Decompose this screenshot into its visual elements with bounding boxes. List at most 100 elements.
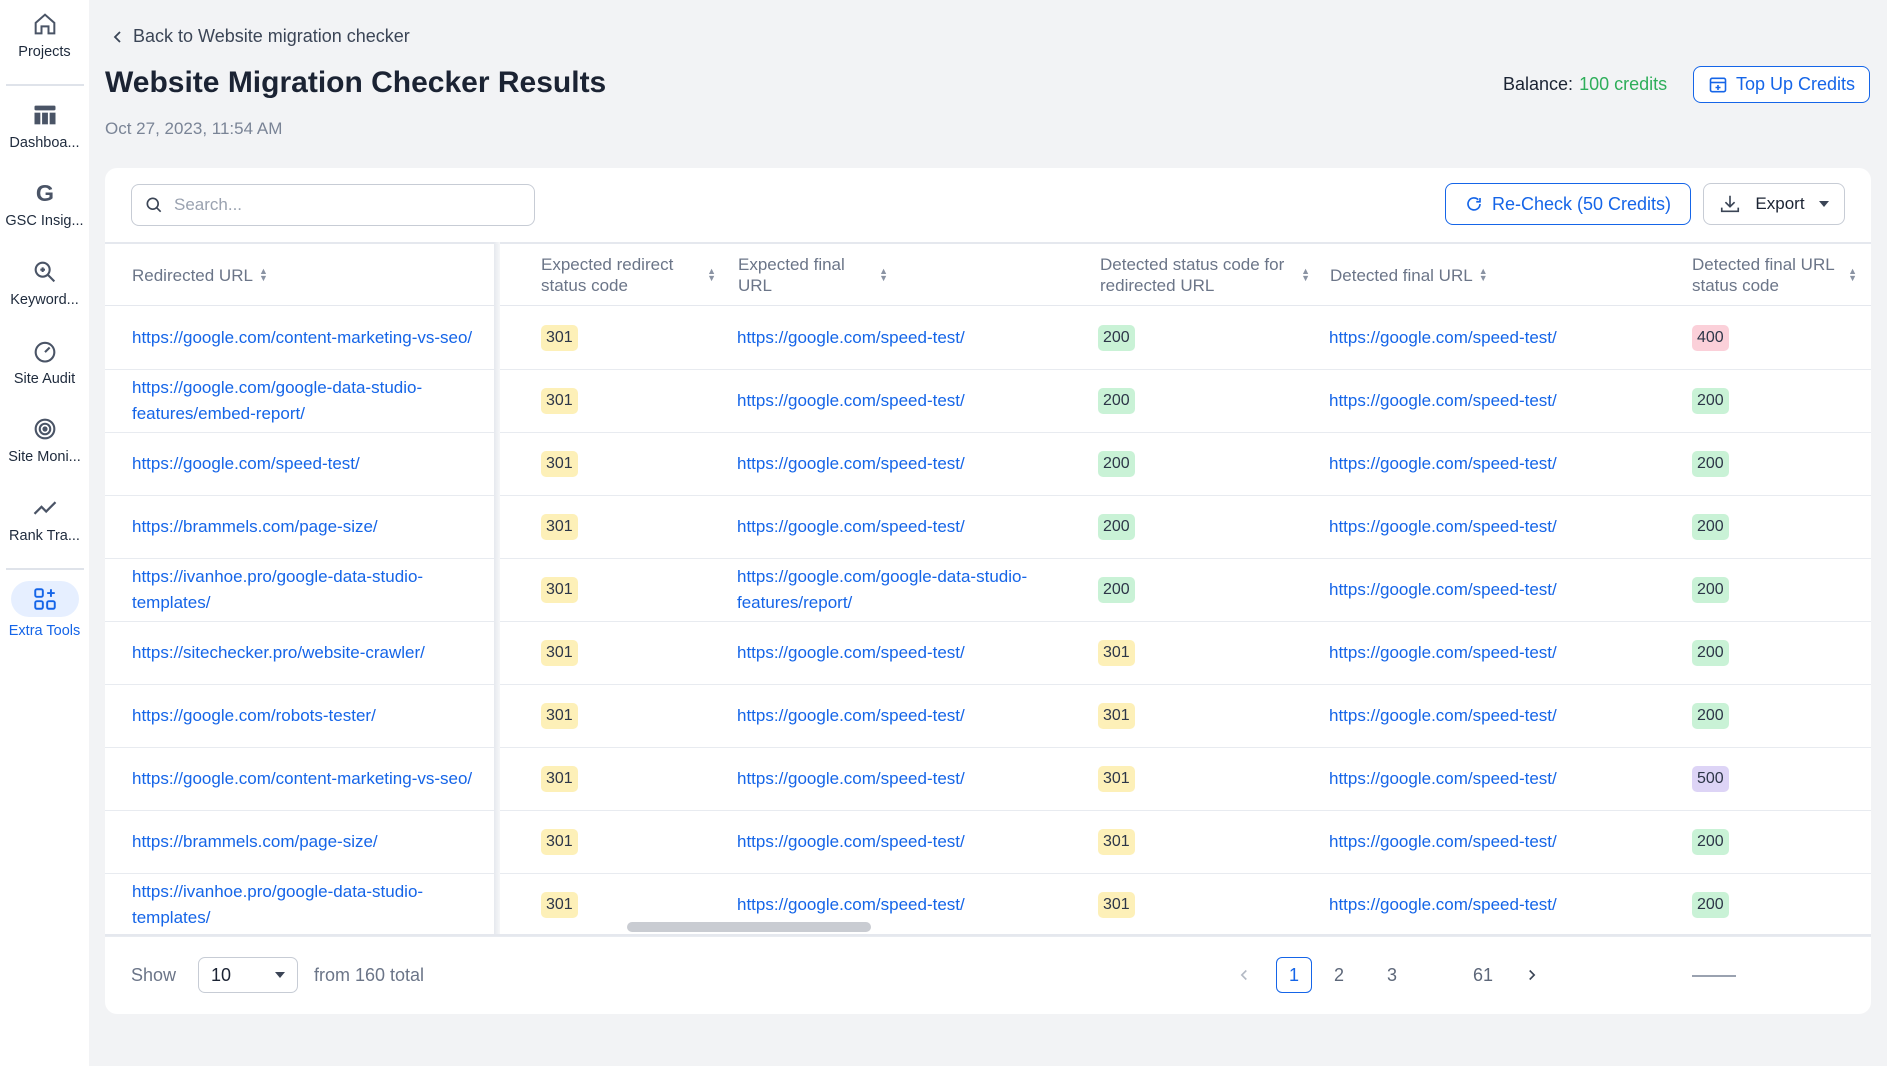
cell-detected-final-url: https://google.com/speed-test/ (1329, 685, 1659, 747)
search-input[interactable] (174, 195, 514, 215)
sort-icon: ▲ ▼ (258, 266, 268, 283)
status-badge: 200 (1692, 577, 1729, 603)
sidebar-item-rank-tracker[interactable]: Rank Tra... (0, 494, 89, 544)
url-link[interactable]: https://google.com/speed-test/ (737, 640, 965, 666)
column-header-redirected-url[interactable]: Redirected URL ▲ ▼ (132, 244, 472, 306)
cell-expected-final-url: https://google.com/speed-test/ (737, 307, 1077, 369)
status-badge: 200 (1098, 451, 1135, 477)
pagination-prev[interactable] (1234, 957, 1254, 993)
url-link[interactable]: https://google.com/speed-test/ (1329, 577, 1557, 603)
sidebar-item-label: Projects (18, 44, 71, 60)
status-badge: 301 (1098, 640, 1135, 666)
url-link[interactable]: https://google.com/speed-test/ (737, 325, 965, 351)
url-link[interactable]: https://google.com/speed-test/ (1329, 640, 1557, 666)
pagination-page-2[interactable]: 2 (1327, 957, 1351, 993)
sidebar-item-dashboard[interactable]: Dashboa... (0, 101, 89, 151)
url-link[interactable]: https://google.com/speed-test/ (1329, 703, 1557, 729)
status-badge: 301 (1098, 766, 1135, 792)
keyword-search-icon (34, 261, 55, 283)
cell-detected-final-status: 200 (1692, 496, 1842, 558)
sidebar-item-gsc-insights[interactable]: G GSC Insig... (0, 179, 89, 229)
url-link[interactable]: https://google.com/speed-test/ (737, 766, 965, 792)
cell-expected-redirect-status: 301 (541, 307, 691, 369)
url-link[interactable]: https://brammels.com/page-size/ (132, 514, 378, 540)
column-header-expected-final-url[interactable]: Expected final URL ▲ ▼ (738, 244, 888, 306)
status-badge: 301 (541, 514, 578, 540)
url-link[interactable]: https://google.com/speed-test/ (737, 703, 965, 729)
cell-expected-final-url: https://google.com/speed-test/ (737, 748, 1077, 810)
column-header-detected-final-url[interactable]: Detected final URL ▲ ▼ (1330, 244, 1530, 306)
back-link[interactable]: Back to Website migration checker (113, 26, 410, 47)
show-label: Show (131, 965, 177, 985)
cell-detected-final-url: https://google.com/speed-test/ (1329, 874, 1659, 936)
recheck-button[interactable]: Re-Check (50 Credits) (1445, 183, 1691, 225)
url-link[interactable]: https://google.com/speed-test/ (737, 451, 965, 477)
refresh-icon (1467, 197, 1481, 211)
status-badge: 200 (1692, 514, 1729, 540)
url-link[interactable]: https://google.com/speed-test/ (737, 388, 965, 414)
export-label: Export (1755, 194, 1805, 213)
url-link[interactable]: https://google.com/speed-test/ (1329, 892, 1557, 918)
url-link[interactable]: https://ivanhoe.pro/google-data-studio-t… (132, 564, 487, 616)
sidebar-item-site-monitoring[interactable]: Site Moni... (0, 415, 89, 465)
url-link[interactable]: https://google.com/google-data-studio-fe… (132, 375, 487, 427)
status-badge: 301 (541, 640, 578, 666)
url-link[interactable]: https://google.com/speed-test/ (1329, 829, 1557, 855)
url-link[interactable]: https://google.com/speed-test/ (1329, 325, 1557, 351)
trend-line-icon (33, 501, 56, 515)
pagination-next[interactable] (1521, 957, 1541, 993)
column-header-label: Expected redirect status code (541, 255, 674, 295)
url-link[interactable]: https://brammels.com/page-size/ (132, 829, 378, 855)
url-link[interactable]: https://sitechecker.pro/website-crawler/ (132, 640, 425, 666)
per-page-select[interactable]: 10 (198, 957, 298, 993)
url-link[interactable]: https://google.com/content-marketing-vs-… (132, 325, 472, 351)
url-link[interactable]: https://google.com/robots-tester/ (132, 703, 376, 729)
url-link[interactable]: https://google.com/speed-test/ (737, 892, 965, 918)
status-badge: 200 (1098, 325, 1135, 351)
sidebar-item-keywords[interactable]: Keyword... (0, 258, 89, 308)
sidebar-item-site-audit[interactable]: Site Audit (0, 337, 89, 387)
url-link[interactable]: https://google.com/speed-test/ (1329, 388, 1557, 414)
url-link[interactable]: https://google.com/speed-test/ (737, 514, 965, 540)
cell-detected-status-code: 301 (1098, 622, 1248, 684)
table-row: https://sitechecker.pro/website-crawler/… (105, 622, 1871, 685)
download-icon (1721, 195, 1740, 213)
status-badge: 301 (541, 388, 578, 414)
url-link[interactable]: https://google.com/speed-test/ (1329, 451, 1557, 477)
export-dropdown[interactable]: Export (1703, 183, 1845, 225)
url-link[interactable]: https://google.com/speed-test/ (132, 451, 360, 477)
cell-redirected-url: https://brammels.com/page-size/ (132, 496, 487, 558)
cell-detected-final-url: https://google.com/speed-test/ (1329, 811, 1659, 873)
column-header-detected-status-code[interactable]: Detected status code for redirected URL … (1100, 244, 1310, 306)
column-header-detected-final-status[interactable]: Detected final URL status code ▲ ▼ (1692, 244, 1857, 306)
sidebar-item-label: GSC Insig... (5, 213, 84, 229)
status-badge: 200 (1692, 388, 1729, 414)
sidebar-item-projects[interactable]: Projects (0, 10, 89, 60)
cell-detected-final-status: 200 (1692, 370, 1842, 432)
pagination-page-last[interactable]: 61 (1468, 957, 1498, 993)
url-link[interactable]: https://google.com/speed-test/ (1329, 766, 1557, 792)
horizontal-scrollbar[interactable] (627, 922, 871, 932)
column-header-label: Redirected URL (132, 265, 253, 285)
pagination-page-3[interactable]: 3 (1380, 957, 1404, 993)
url-link[interactable]: https://ivanhoe.pro/google-data-studio-t… (132, 879, 487, 931)
footer-divider (105, 934, 1871, 936)
wallet-plus-icon (1709, 77, 1727, 92)
active-indicator (10, 581, 79, 617)
sidebar-item-extra-tools[interactable]: Extra Tools (0, 581, 89, 639)
table-row: https://ivanhoe.pro/google-data-studio-t… (105, 559, 1871, 622)
pagination-page-1[interactable]: 1 (1276, 957, 1312, 993)
url-link[interactable]: https://google.com/speed-test/ (737, 829, 965, 855)
url-link[interactable]: https://google.com/content-marketing-vs-… (132, 766, 472, 792)
column-header-label: Expected final URL (738, 255, 845, 295)
url-link[interactable]: https://google.com/speed-test/ (1329, 514, 1557, 540)
status-badge: 301 (1098, 703, 1135, 729)
status-badge: 301 (1098, 892, 1135, 918)
top-up-credits-button[interactable]: Top Up Credits (1693, 66, 1870, 103)
pagination-ellipsis (1692, 975, 1736, 977)
url-link[interactable]: https://google.com/google-data-studio-fe… (737, 564, 1077, 616)
cell-detected-final-url: https://google.com/speed-test/ (1329, 307, 1659, 369)
cell-detected-final-status: 200 (1692, 433, 1842, 495)
column-header-expected-redirect-status[interactable]: Expected redirect status code ▲ ▼ (541, 244, 716, 306)
back-link-label: Back to Website migration checker (133, 26, 410, 46)
